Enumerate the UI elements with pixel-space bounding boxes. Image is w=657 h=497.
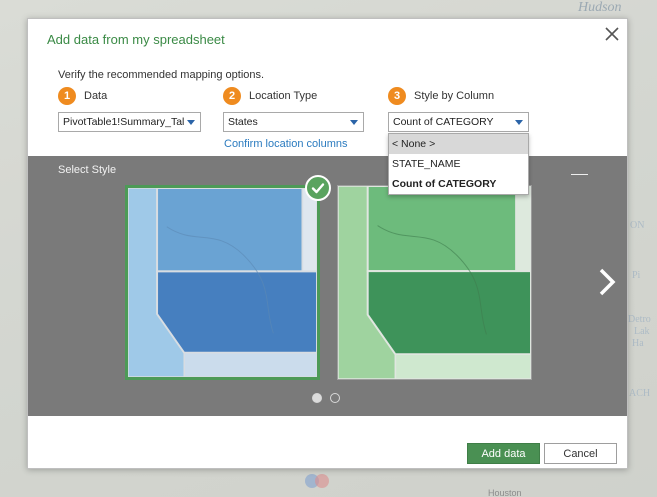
dash-icon <box>571 174 588 175</box>
dialog-title: Add data from my spreadsheet <box>47 32 225 47</box>
add-data-button[interactable]: Add data <box>467 443 540 464</box>
dropdown-option[interactable]: STATE_NAME <box>389 154 528 174</box>
dropdown-option[interactable]: < None > <box>389 134 528 154</box>
style-selection-panel: Select Style <box>28 156 627 416</box>
step-number-badge: 2 <box>223 87 241 105</box>
add-data-dialog: Add data from my spreadsheet Verify the … <box>27 18 628 469</box>
close-button[interactable] <box>603 25 621 43</box>
step-data: 1 Data <box>58 87 107 105</box>
step-number-badge: 3 <box>388 87 406 105</box>
step-number-badge: 1 <box>58 87 76 105</box>
chevron-right-icon <box>599 268 616 296</box>
select-value: States <box>228 116 258 128</box>
confirm-location-columns-link[interactable]: Confirm location columns <box>224 138 348 150</box>
cancel-button[interactable]: Cancel <box>544 443 617 464</box>
step-location-type: 2 Location Type <box>223 87 317 105</box>
chevron-down-icon <box>350 120 358 125</box>
data-source-select[interactable]: PivotTable1!Summary_Tal <box>58 112 201 132</box>
instructions-text: Verify the recommended mapping options. <box>58 69 265 81</box>
step-label: Location Type <box>249 90 318 102</box>
step-label: Style by Column <box>414 90 495 102</box>
style-by-column-select[interactable]: Count of CATEGORY <box>388 112 529 132</box>
green-map-thumbnail <box>338 186 531 379</box>
select-style-label: Select Style <box>58 164 117 176</box>
pager-dot[interactable] <box>330 393 340 403</box>
style-card-blue[interactable] <box>125 185 320 380</box>
chevron-down-icon <box>187 120 195 125</box>
style-by-column-dropdown: < None > STATE_NAME Count of CATEGORY <box>388 133 529 195</box>
step-style-by-column: 3 Style by Column <box>388 87 494 105</box>
location-type-select[interactable]: States <box>223 112 364 132</box>
pager-dot[interactable] <box>312 393 322 403</box>
select-value: PivotTable1!Summary_Tal <box>63 116 185 128</box>
dropdown-option[interactable]: Count of CATEGORY <box>389 174 528 194</box>
chevron-down-icon <box>515 120 523 125</box>
style-pager <box>312 393 340 403</box>
selected-check-icon <box>305 175 331 201</box>
step-label: Data <box>84 90 108 102</box>
style-card-green[interactable] <box>337 185 532 380</box>
next-style-button[interactable] <box>596 266 618 298</box>
close-icon <box>605 27 619 41</box>
select-value: Count of CATEGORY <box>393 116 494 128</box>
blue-map-thumbnail <box>128 188 317 377</box>
